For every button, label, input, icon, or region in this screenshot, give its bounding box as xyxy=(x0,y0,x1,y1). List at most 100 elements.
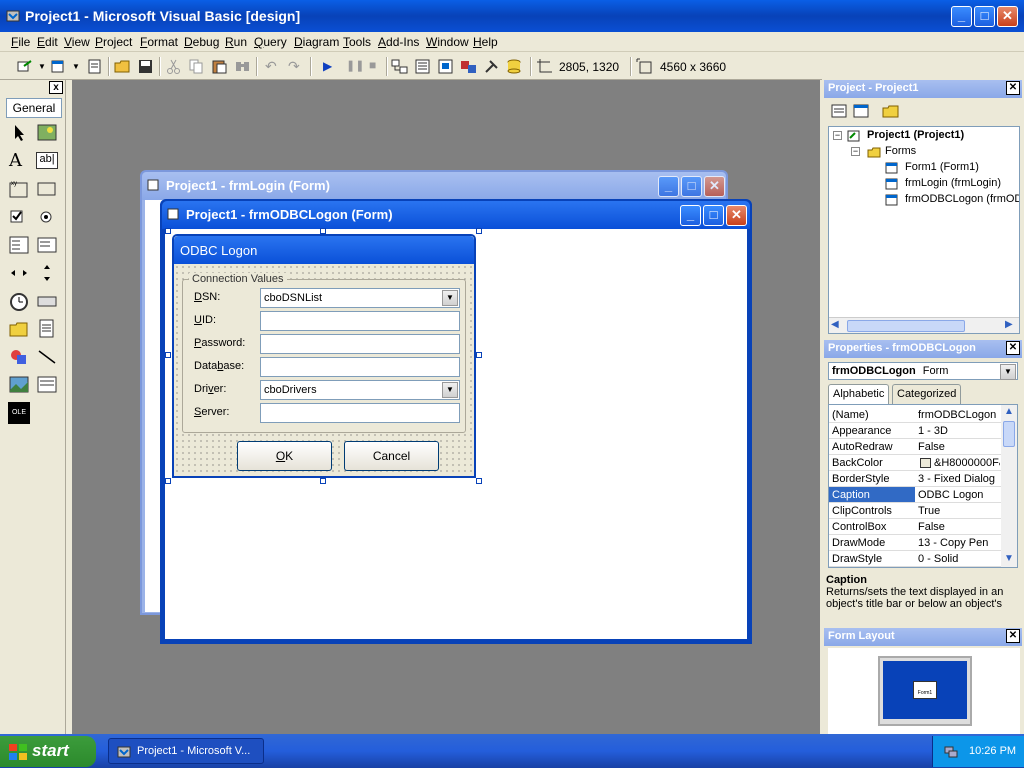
resize-handle[interactable] xyxy=(165,228,171,234)
form-odbc-titlebar[interactable]: Project1 - frmODBCLogon (Form) _ □ ✕ xyxy=(162,201,750,229)
tree-item-project[interactable]: Project1 (Project1) xyxy=(867,129,964,141)
line-tool-icon[interactable] xyxy=(36,346,58,368)
tab-categorized[interactable]: Categorized xyxy=(892,384,962,404)
menu-run[interactable]: Run xyxy=(225,35,247,49)
property-row-selected[interactable]: Caption ODBC Logon xyxy=(829,487,1001,503)
property-row[interactable]: AutoRedraw False xyxy=(829,439,1001,455)
menu-format[interactable]: Format xyxy=(140,35,178,49)
chevron-down-icon[interactable]: ▼ xyxy=(442,382,458,398)
minimize-button[interactable]: _ xyxy=(951,6,972,27)
dsn-combobox[interactable]: cboDSNList ▼ xyxy=(260,288,460,308)
menu-window[interactable]: Window xyxy=(426,35,469,49)
password-input[interactable] xyxy=(260,334,460,354)
combobox-tool-icon[interactable] xyxy=(8,234,30,256)
redo-icon[interactable]: ↷ xyxy=(288,58,300,75)
menu-file[interactable]: File xyxy=(11,35,30,49)
scroll-down-icon[interactable]: ▼ xyxy=(1004,553,1014,564)
property-row[interactable]: ControlBox False xyxy=(829,519,1001,535)
filelistbox-tool-icon[interactable] xyxy=(36,318,58,340)
form-position-thumb[interactable]: Form1 xyxy=(913,681,937,699)
form-login-minimize-button[interactable]: _ xyxy=(658,176,679,197)
copy-icon[interactable] xyxy=(188,58,205,75)
scroll-left-icon[interactable]: ◀ xyxy=(831,319,839,330)
view-object-icon[interactable] xyxy=(852,102,870,120)
form-login-titlebar[interactable]: Project1 - frmLogin (Form) _ □ ✕ xyxy=(142,172,726,200)
scrollbar-thumb[interactable] xyxy=(847,320,965,332)
property-row[interactable]: BackColor &H8000000F& xyxy=(829,455,1001,471)
resize-handle[interactable] xyxy=(476,228,482,234)
save-project-icon[interactable] xyxy=(137,58,154,75)
paste-icon[interactable] xyxy=(211,58,228,75)
tree-item-form[interactable]: Form1 (Form1) xyxy=(905,161,979,173)
chevron-down-icon[interactable]: ▼ xyxy=(1000,364,1016,380)
toolbox-tab-general[interactable]: General xyxy=(6,98,62,118)
property-row[interactable]: Appearance 1 - 3D xyxy=(829,423,1001,439)
cut-icon[interactable] xyxy=(165,58,182,75)
vertical-scrollbar[interactable]: ▲ ▼ xyxy=(1001,405,1017,567)
add-form-dropdown-icon[interactable]: ▼ xyxy=(72,62,80,71)
dirlistbox-tool-icon[interactable] xyxy=(8,318,30,340)
maximize-button[interactable]: □ xyxy=(974,6,995,27)
odbc-logon-dialog[interactable]: ODBC Logon Connection Values DSN: cboDSN… xyxy=(172,234,476,478)
break-icon[interactable]: ❚❚ xyxy=(346,59,364,72)
property-row[interactable]: (Name) frmODBCLogon xyxy=(829,407,1001,423)
clock[interactable]: 10:26 PM xyxy=(969,745,1016,757)
form-layout-icon[interactable] xyxy=(437,58,454,75)
close-button[interactable]: ✕ xyxy=(997,6,1018,27)
property-row[interactable]: BorderStyle 3 - Fixed Dialog xyxy=(829,471,1001,487)
add-project-icon[interactable] xyxy=(16,58,33,75)
vscrollbar-tool-icon[interactable] xyxy=(36,262,58,284)
form-login-close-button[interactable]: ✕ xyxy=(704,176,725,197)
taskbar-button-vb[interactable]: Project1 - Microsoft V... xyxy=(108,738,264,764)
start-button[interactable]: start xyxy=(0,736,96,767)
menu-editor-icon[interactable] xyxy=(86,58,103,75)
resize-handle[interactable] xyxy=(320,478,326,484)
resize-handle[interactable] xyxy=(165,352,171,358)
scrollbar-thumb[interactable] xyxy=(1003,421,1015,447)
form-odbc-maximize-button[interactable]: □ xyxy=(703,205,724,226)
resize-handle[interactable] xyxy=(165,478,171,484)
uid-input[interactable] xyxy=(260,311,460,331)
tree-collapse-icon[interactable]: − xyxy=(833,131,842,140)
open-project-icon[interactable] xyxy=(114,58,131,75)
menu-diagram[interactable]: Diagram xyxy=(294,35,339,49)
menu-view[interactable]: View xyxy=(64,35,90,49)
label-tool-icon[interactable]: A xyxy=(9,150,31,172)
hscrollbar-tool-icon[interactable] xyxy=(8,262,30,284)
drivelistbox-tool-icon[interactable] xyxy=(36,290,58,312)
add-form-icon[interactable] xyxy=(50,58,67,75)
end-icon[interactable]: ■ xyxy=(369,58,376,72)
listbox-tool-icon[interactable] xyxy=(36,234,58,256)
data-tool-icon[interactable] xyxy=(36,374,58,396)
database-input[interactable] xyxy=(260,357,460,377)
form-odbc-close-button[interactable]: ✕ xyxy=(726,205,747,226)
add-project-dropdown-icon[interactable]: ▼ xyxy=(38,62,46,71)
project-explorer-icon[interactable] xyxy=(391,58,408,75)
form-odbc-minimize-button[interactable]: _ xyxy=(680,205,701,226)
driver-combobox[interactable]: cboDrivers ▼ xyxy=(260,380,460,400)
project-explorer-close-button[interactable]: ✕ xyxy=(1006,81,1020,95)
pointer-tool-icon[interactable] xyxy=(8,122,30,144)
ok-button[interactable]: OK xyxy=(237,441,332,471)
undo-icon[interactable]: ↶ xyxy=(265,58,277,75)
chevron-down-icon[interactable]: ▼ xyxy=(442,290,458,306)
form-login-maximize-button[interactable]: □ xyxy=(681,176,702,197)
optionbutton-tool-icon[interactable] xyxy=(36,206,58,228)
property-row[interactable]: DrawMode 13 - Copy Pen xyxy=(829,535,1001,551)
menu-add-ins[interactable]: Add-Ins xyxy=(378,35,419,49)
find-icon[interactable] xyxy=(234,58,251,75)
toggle-folders-icon[interactable] xyxy=(882,102,900,120)
resize-handle[interactable] xyxy=(476,352,482,358)
checkbox-tool-icon[interactable] xyxy=(8,206,30,228)
properties-window-icon[interactable] xyxy=(414,58,431,75)
picturebox-tool-icon[interactable] xyxy=(36,122,58,144)
cancel-button[interactable]: Cancel xyxy=(344,441,439,471)
menu-query[interactable]: Query xyxy=(254,35,287,49)
resize-handle[interactable] xyxy=(476,478,482,484)
menu-tools[interactable]: Tools xyxy=(343,35,371,49)
tree-item-forms[interactable]: Forms xyxy=(885,145,916,157)
menu-edit[interactable]: Edit xyxy=(37,35,58,49)
toolbox-close-button[interactable]: x xyxy=(49,81,63,94)
horizontal-scrollbar[interactable]: ◀ ▶ xyxy=(829,317,1019,333)
view-code-icon[interactable] xyxy=(830,102,848,120)
